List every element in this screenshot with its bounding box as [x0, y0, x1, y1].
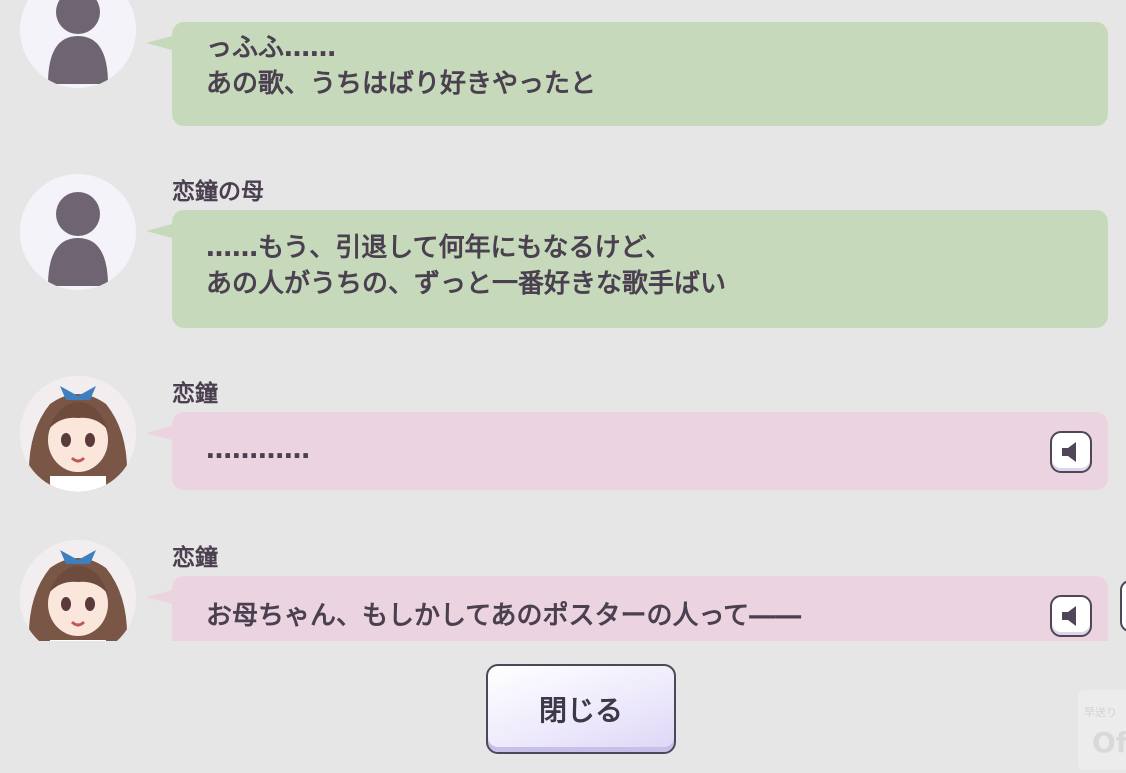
speaker-icon	[1062, 606, 1076, 626]
silhouette-icon	[20, 174, 136, 290]
speaker-icon	[1062, 442, 1076, 462]
speaker-name: 恋鐘	[172, 381, 218, 407]
voice-play-button[interactable]	[1050, 595, 1092, 637]
close-button-label: 閉じる	[538, 694, 623, 727]
silhouette-icon	[20, 0, 136, 88]
message-line: っふふ……	[206, 33, 337, 63]
message-line: ……もう、引退して何年にもなるけど、	[206, 233, 672, 263]
message-line: …………	[206, 435, 310, 465]
message-bubble: お母ちゃん、もしかしてあのポスターの人って――	[146, 576, 1108, 641]
speaker-name: 恋鐘	[172, 545, 218, 571]
character-portrait-icon	[20, 540, 136, 641]
message-log[interactable]: .b0::before{} っふふ…… あの歌、うちはばり好きやったと 恋鐘の母…	[0, 0, 1126, 641]
message-bubble: ……もう、引退して何年にもなるけど、 あの人がうちの、ずっと一番好きな歌手ばい	[146, 210, 1108, 328]
message-line: あの人がうちの、ずっと一番好きな歌手ばい	[206, 269, 727, 299]
message-bubble: .b0::before{} っふふ…… あの歌、うちはばり好きやったと	[146, 22, 1108, 126]
partial-side-button[interactable]	[1120, 580, 1126, 632]
message-line: あの歌、うちはばり好きやったと	[206, 69, 597, 99]
message-line: お母ちゃん、もしかしてあのポスターの人って――	[206, 601, 802, 631]
close-button[interactable]: 閉じる	[486, 664, 676, 754]
voice-play-button[interactable]	[1050, 431, 1092, 473]
character-portrait-icon	[20, 376, 136, 492]
watermark-small-text: 早送り	[1084, 706, 1117, 719]
speaker-name: 恋鐘の母	[172, 179, 264, 205]
fast-forward-watermark: 早送り Of	[1078, 690, 1126, 770]
watermark-big-text: Of	[1092, 726, 1126, 759]
message-bubble: …………	[146, 412, 1108, 490]
